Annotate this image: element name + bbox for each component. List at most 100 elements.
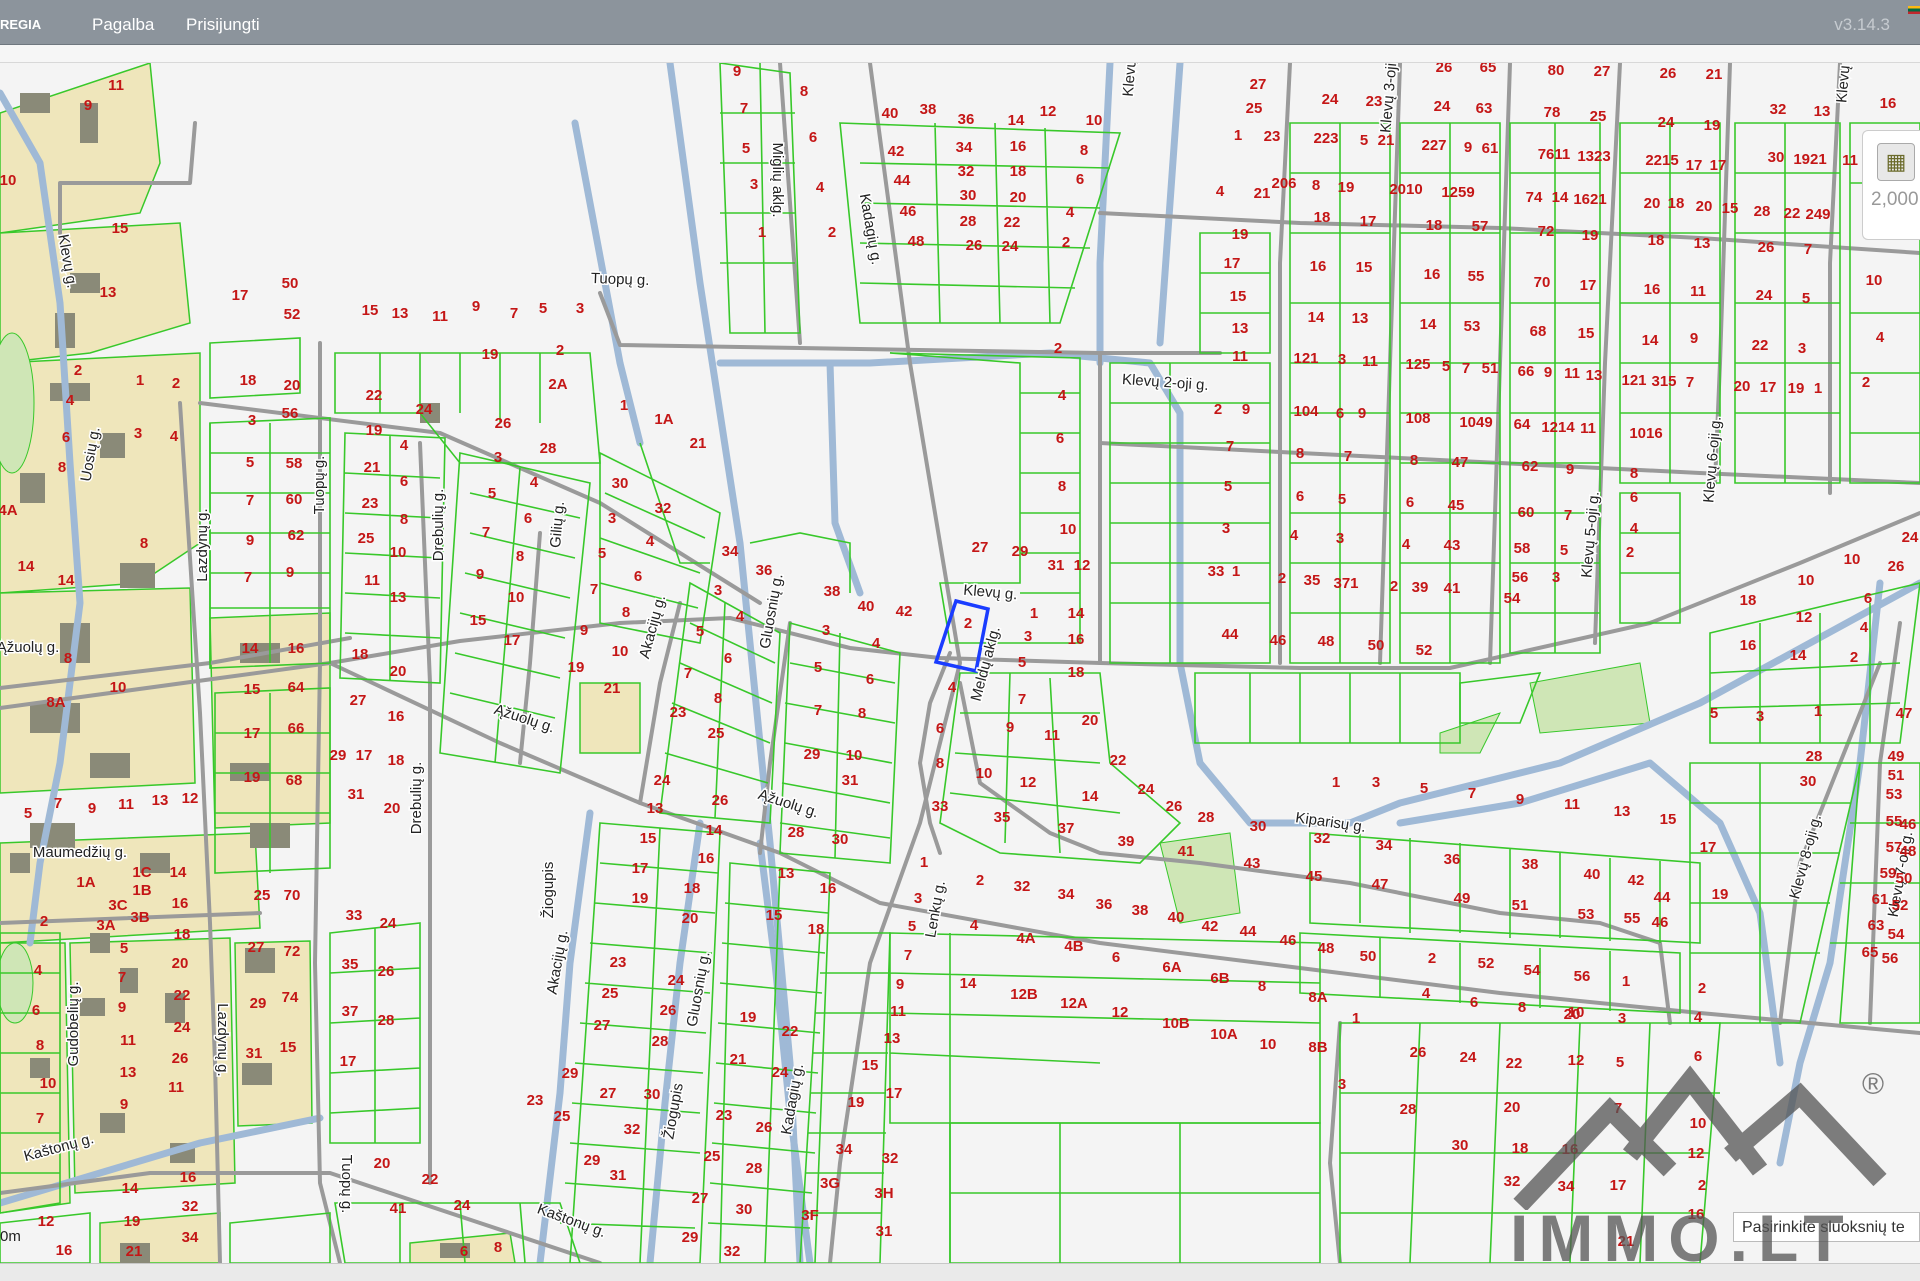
parcel-number: 27 [600,1085,617,1102]
parcel-number: 31 [610,1167,627,1184]
parcel-number: 24 [1460,1049,1477,1066]
parcel-number: 20 [1696,198,1713,215]
language-flag-icon[interactable] [1908,6,1920,14]
layer-switcher-panel[interactable]: ▦ 2,000 [1862,130,1920,240]
map-layers-icon[interactable]: ▦ [1877,143,1915,181]
parcel-number: 10 [1844,551,1861,568]
parcel-number: 34 [956,139,973,156]
parcel-number: 44 [894,172,911,189]
parcel-number: 16 [1010,138,1027,155]
parcel-number: 4B [1064,938,1083,955]
parcel-number: 19 [848,1094,865,1111]
parcel-number: 20 [1644,195,1661,212]
street-label: Lazdynų g. [194,508,211,581]
toolbar-strip [0,45,1920,63]
map-canvas[interactable]: Tuopų g. Klevų 2-oji g. Klevų g. Ąžuolų g. Ą… [0,63,1920,1263]
parcel-number: 20 [1082,712,1099,729]
parcel-number: 15 [244,681,261,698]
parcel-number: 11 [1232,348,1248,365]
parcel-number: 6 [1694,1048,1702,1065]
parcel-number: 10 [1086,112,1103,129]
parcel-number: 3 [1372,774,1380,791]
parcel-number: 121 [1293,350,1318,367]
parcel-number: 31 [348,786,365,803]
parcel-number: 28 [540,440,557,457]
parcel-number: 9 [1516,791,1524,808]
parcel-number: 6 [634,568,642,585]
street-label: Klevų g. [963,582,1018,604]
parcel-number: 3H [874,1185,893,1202]
parcel-number: 21 [1706,66,1723,83]
parcel-number: 1 [1814,703,1822,720]
parcel-number: 35 [342,956,359,973]
parcel-number: 11 [120,1032,136,1049]
street-label: Ąžuolų g. [0,639,59,656]
app-brand-logo[interactable]: REGIA [0,17,41,32]
parcel-number: 23 [362,495,379,512]
cadastral-map[interactable]: Tuopų g.Klevų 2-oji g.Klevų g.Ąžuolų g.Ą… [0,63,1920,1263]
parcel-number: 35 [1304,572,1321,589]
parcel-number: 40 [1584,866,1601,883]
parcel-number: 13 [1814,103,1831,120]
help-menu-link[interactable]: Pagalba [92,15,154,35]
street-label: Gluosnių g. [757,572,787,650]
parcel-number: 44 [1222,626,1239,643]
parcel-number: 65 [1862,944,1879,961]
parcel-number: 28 [1806,748,1823,765]
parcel-number: 15 [1578,325,1595,342]
parcel-number: 3 [714,582,722,599]
parcel-number: 74 [1526,189,1543,206]
parcel-number: 4 [1066,204,1075,221]
parcel-number: 16 [56,1242,73,1259]
parcel-number: 32 [655,500,672,517]
parcel-number: 23 [527,1092,544,1109]
parcel-number: 46 [1280,932,1297,949]
parcel-number: 22 [1784,205,1801,222]
parcel-number: 13 [778,865,795,882]
parcel-number: 12 [1568,1052,1585,1069]
parcel-number: 3 [1338,1076,1346,1093]
parcel-number: 8 [400,511,408,528]
parcel-number: 4 [948,679,957,696]
parcel-number: 12B [1010,986,1038,1003]
parcel-number: 33 [932,798,949,815]
parcel-number: 58 [286,455,303,472]
parcel-number: 20 [390,663,407,680]
parcel-number: 18 [1668,195,1685,212]
parcel-number: 8 [800,83,808,100]
layer-select-input[interactable]: Pasirinkite sluoksnių te [1733,1212,1920,1242]
parcel-number: 30 [644,1086,661,1103]
parcel-number: 3 [134,425,142,442]
parcel-number: 26 [1166,798,1183,815]
parcel-number: 17 [1760,379,1777,396]
parcel-number: 23 [670,704,687,721]
parcel-number: 51 [1888,767,1905,784]
parcel-number: 4 [400,437,409,454]
parcel-number: 28 [788,824,805,841]
parcel-number: 32 [958,163,975,180]
parcel-number: 2 [1062,234,1070,251]
parcel-number: 10 [976,765,993,782]
parcel-number: 15 [1356,259,1373,276]
parcel-number: 7 [1344,448,1352,465]
parcel-number: 19 [1712,886,1729,903]
parcel-number: 1621 [1573,191,1606,208]
parcel-number: 4 [1876,329,1885,346]
parcel-number: 66 [1518,363,1535,380]
parcel-number: 17 [1710,157,1727,174]
parcel-number: 9 [1566,461,1574,478]
parcel-number: 17 [632,860,649,877]
parcel-number: 20 [682,910,699,927]
parcel-number: 19 [366,422,383,439]
parcel-number: 9 [1690,330,1698,347]
parcel-number: 6 [1630,489,1638,506]
bottom-status-bar [0,1263,1920,1281]
street-label: Klevų g. [1120,63,1142,97]
parcel-number: 1 [920,854,928,871]
parcel-number: 1 [1030,605,1038,622]
parcel-number: 61 [1482,140,1499,157]
login-menu-link[interactable]: Prisijungti [186,15,260,35]
parcel-number: 52 [1416,642,1433,659]
parcel-number: 44 [1654,889,1671,906]
parcel-number: 4 [1422,985,1431,1002]
